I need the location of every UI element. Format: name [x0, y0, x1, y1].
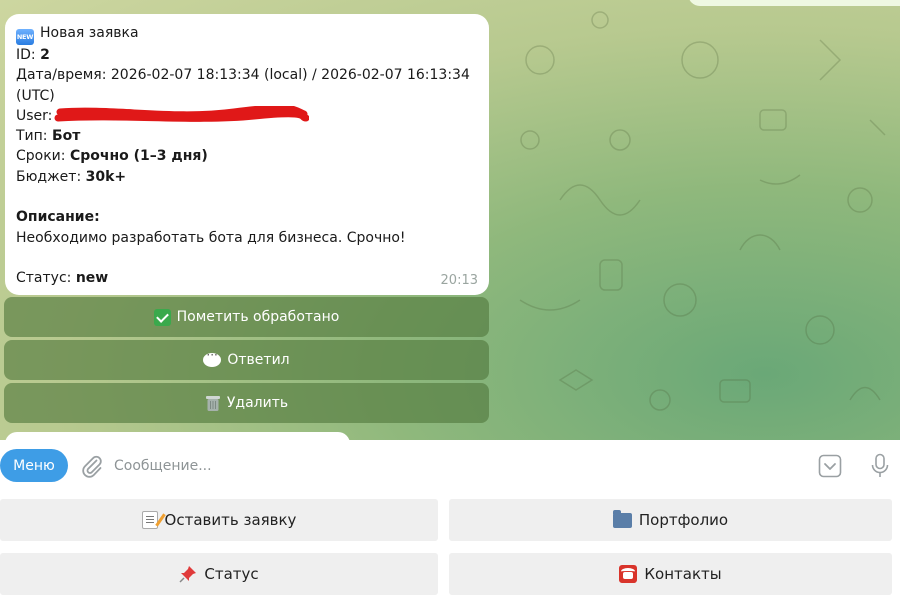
datetime-tz: (UTC) — [16, 87, 55, 104]
terms-label: Сроки: — [16, 148, 66, 165]
reply-keyboard: Оставить заявку Портфолио Статус Контакт… — [0, 492, 900, 600]
chat-area[interactable]: NEW Новая заявка ID: 2 Дата/время: 2026-0… — [0, 0, 900, 440]
message-title-line: NEW Новая заявка — [16, 23, 479, 45]
type-line: Тип: Бот — [16, 126, 479, 146]
keyboard-toggle-icon[interactable] — [818, 454, 842, 478]
message-time: 20:13 — [440, 272, 478, 288]
budget-value: 30k+ — [85, 168, 127, 185]
user-label: User: — [16, 107, 53, 124]
message-input-bar: Меню — [0, 440, 900, 492]
contacts-label: Контакты — [644, 565, 722, 583]
mark-processed-label: Пометить обработано — [176, 309, 340, 325]
message-bubble[interactable]: NEW Новая заявка ID: 2 Дата/время: 2026-0… — [5, 14, 489, 295]
user-line: User: — [16, 105, 479, 126]
status-label: Статус — [204, 565, 259, 583]
leave-request-label: Оставить заявку — [164, 511, 297, 529]
delete-label: Удалить — [226, 395, 289, 411]
folder-icon — [612, 509, 632, 528]
memo-icon — [141, 511, 158, 529]
menu-button[interactable]: Меню — [0, 449, 68, 482]
mark-processed-button[interactable]: Пометить обработано — [4, 297, 489, 337]
microphone-icon[interactable] — [870, 453, 890, 479]
pushpin-icon — [179, 566, 197, 583]
id-label: ID: — [16, 47, 36, 63]
paperclip-icon[interactable] — [80, 454, 104, 478]
datetime-line: Дата/время: 2026-02-07 18:13:34 (local) … — [16, 65, 479, 85]
terms-line: Сроки: Срочно (1–3 дня) — [16, 146, 479, 166]
description-label: Описание: — [16, 209, 100, 226]
leave-request-button[interactable]: Оставить заявку — [0, 499, 438, 541]
status-line: Статус: new — [16, 268, 479, 288]
datetime-label: Дата/время: — [16, 67, 107, 84]
telephone-icon — [619, 565, 638, 583]
next-message-fragment — [5, 432, 350, 440]
contacts-button[interactable]: Контакты — [449, 553, 892, 595]
message-title: Новая заявка — [40, 25, 139, 41]
message-input[interactable] — [114, 452, 794, 480]
datetime-value: 2026-02-07 18:13:34 (local) / 2026-02-07… — [110, 67, 470, 84]
portfolio-button[interactable]: Портфолио — [449, 499, 892, 541]
description-value: Необходимо разработать бота для бизнеса.… — [16, 229, 406, 246]
budget-line: Бюджет: 30k+ — [16, 167, 479, 187]
id-value: 2 — [40, 47, 50, 63]
id-line: ID: 2 — [16, 45, 479, 65]
status-button[interactable]: Статус — [0, 553, 438, 595]
description-heading: Описание: — [16, 207, 479, 227]
redaction-scribble — [54, 105, 310, 122]
check-mark-icon — [153, 308, 171, 326]
type-value: Бот — [51, 128, 81, 145]
portfolio-label: Портфолио — [638, 511, 729, 529]
previous-message-fragment — [688, 0, 900, 6]
terms-value: Срочно (1–3 дня) — [69, 148, 208, 165]
trash-can-icon — [205, 396, 220, 411]
status-value: new — [75, 270, 109, 287]
type-label: Тип: — [16, 128, 48, 145]
status-label: Статус: — [16, 270, 72, 287]
new-badge-icon: NEW — [16, 29, 34, 45]
replied-button[interactable]: Ответил — [4, 340, 489, 380]
replied-label: Ответил — [227, 352, 290, 368]
delete-button[interactable]: Удалить — [4, 383, 489, 423]
speech-bubble-icon — [203, 348, 222, 367]
budget-label: Бюджет: — [16, 168, 82, 185]
